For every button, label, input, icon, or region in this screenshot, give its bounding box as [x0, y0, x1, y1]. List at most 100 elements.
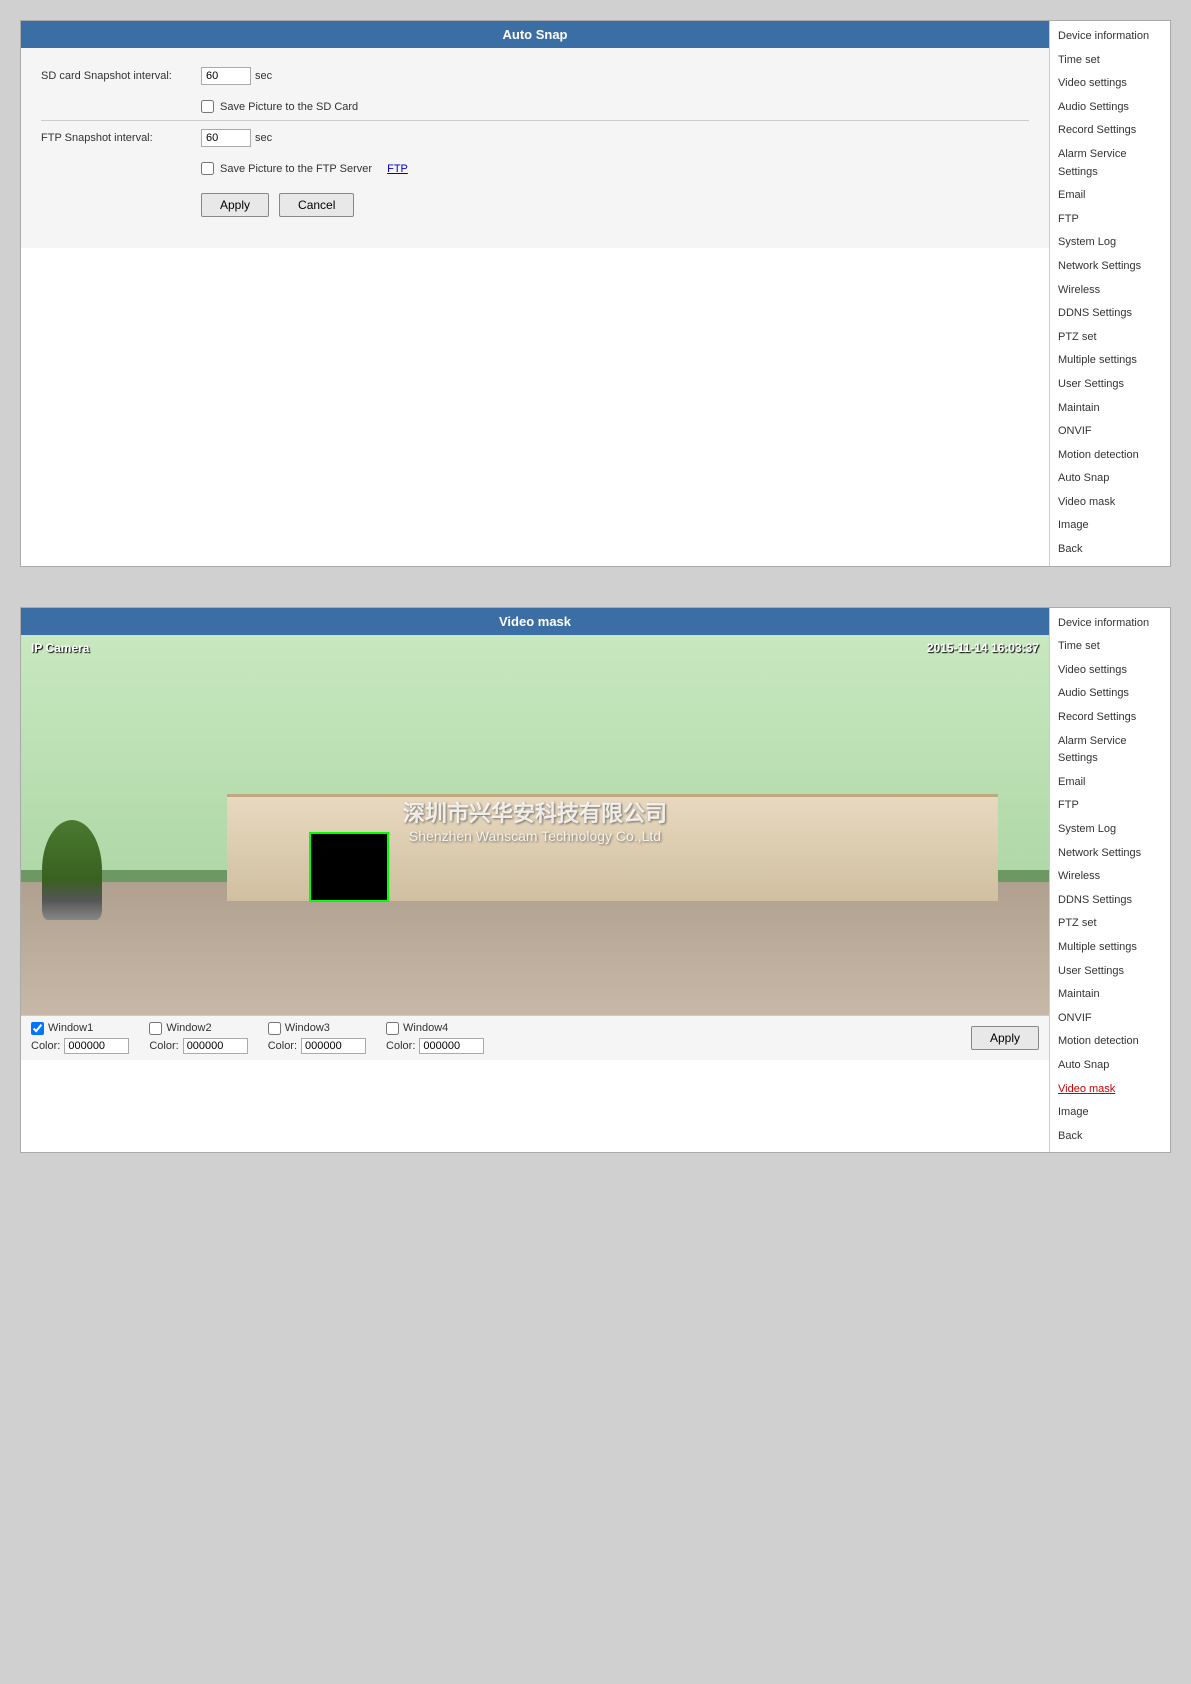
sidebar2-item-17[interactable]: Motion detection [1050, 1030, 1170, 1054]
sdcard-input-group: sec [201, 67, 272, 85]
sidebar2-item-2[interactable]: Video settings [1050, 659, 1170, 683]
sidebar1-item-12[interactable]: PTZ set [1050, 326, 1170, 350]
sidebar1-item-7[interactable]: FTP [1050, 208, 1170, 232]
sidebar1-item-5[interactable]: Alarm Service Settings [1050, 143, 1170, 184]
auto-snap-apply-button[interactable]: Apply [201, 193, 269, 217]
ftp-checkbox-label: Save Picture to the FTP Server [220, 163, 372, 175]
window-item-2: Window3 Color: [268, 1022, 366, 1054]
scene-plant [42, 820, 102, 920]
window-checkbox-2[interactable] [268, 1022, 281, 1035]
auto-snap-form: SD card Snapshot interval: sec Save Pict… [21, 48, 1049, 248]
sidebar1-item-11[interactable]: DDNS Settings [1050, 302, 1170, 326]
video-mask-main: Video mask IP Camera 2015-11-14 16:03:37… [21, 608, 1050, 1153]
sidebar1-item-3[interactable]: Audio Settings [1050, 96, 1170, 120]
window-item-0: Window1 Color: [31, 1022, 129, 1054]
color-label-0: Color: [31, 1040, 60, 1052]
cam-watermark: 深圳市兴华安科技有限公司 Shenzhen Wanscam Technology… [403, 796, 667, 844]
camera-view[interactable]: IP Camera 2015-11-14 16:03:37 深圳市兴华安科技有限… [21, 635, 1049, 1015]
sidebar1-item-4[interactable]: Record Settings [1050, 119, 1170, 143]
color-input-2[interactable] [301, 1038, 366, 1054]
sidebar1-item-19[interactable]: Video mask [1050, 491, 1170, 515]
cam-label: IP Camera [31, 641, 89, 655]
ftp-label: FTP Snapshot interval: [41, 132, 201, 144]
window-item-3: Window4 Color: [386, 1022, 484, 1054]
color-input-1[interactable] [183, 1038, 248, 1054]
sidebar2-item-4[interactable]: Record Settings [1050, 706, 1170, 730]
window-item-1: Window2 Color: [149, 1022, 247, 1054]
sidebar2-item-19[interactable]: Video mask [1050, 1078, 1170, 1102]
sidebar2-item-11[interactable]: DDNS Settings [1050, 889, 1170, 913]
sdcard-save-checkbox[interactable] [201, 100, 214, 113]
sidebar1-item-0[interactable]: Device information [1050, 25, 1170, 49]
window-label-2: Window3 [285, 1022, 330, 1034]
ftp-interval-input[interactable] [201, 129, 251, 147]
video-mask-panel: Video mask IP Camera 2015-11-14 16:03:37… [20, 607, 1171, 1154]
sidebar1-item-2[interactable]: Video settings [1050, 72, 1170, 96]
window-checkbox-0[interactable] [31, 1022, 44, 1035]
window-controls-bar: Window1Color:Window2Color:Window3Color:W… [21, 1015, 1049, 1060]
window-checkbox-3[interactable] [386, 1022, 399, 1035]
auto-snap-cancel-button[interactable]: Cancel [279, 193, 354, 217]
ftp-unit: sec [255, 132, 272, 144]
sidebar2-item-1[interactable]: Time set [1050, 635, 1170, 659]
ftp-input-group: sec [201, 129, 272, 147]
sidebar2-item-14[interactable]: User Settings [1050, 960, 1170, 984]
sidebar1-item-17[interactable]: Motion detection [1050, 444, 1170, 468]
sidebar2-item-15[interactable]: Maintain [1050, 983, 1170, 1007]
color-label-1: Color: [149, 1040, 178, 1052]
sidebar2-item-0[interactable]: Device information [1050, 612, 1170, 636]
color-input-3[interactable] [419, 1038, 484, 1054]
auto-snap-sidebar: Device informationTime setVideo settings… [1050, 21, 1170, 566]
window-label-1: Window2 [166, 1022, 211, 1034]
sidebar2-item-12[interactable]: PTZ set [1050, 912, 1170, 936]
scene-floor [21, 882, 1049, 1015]
sidebar2-item-18[interactable]: Auto Snap [1050, 1054, 1170, 1078]
ftp-checkbox-row: Save Picture to the FTP Server FTP [41, 159, 1029, 178]
sidebar2-item-20[interactable]: Image [1050, 1101, 1170, 1125]
sidebar1-item-13[interactable]: Multiple settings [1050, 349, 1170, 373]
color-label-2: Color: [268, 1040, 297, 1052]
camera-scene: IP Camera 2015-11-14 16:03:37 深圳市兴华安科技有限… [21, 635, 1049, 1015]
sidebar1-item-20[interactable]: Image [1050, 514, 1170, 538]
cam-watermark-en: Shenzhen Wanscam Technology Co.,Ltd [403, 828, 667, 844]
color-label-3: Color: [386, 1040, 415, 1052]
ftp-link[interactable]: FTP [387, 163, 408, 175]
sidebar2-item-13[interactable]: Multiple settings [1050, 936, 1170, 960]
sidebar2-item-21[interactable]: Back [1050, 1125, 1170, 1149]
cam-timestamp: 2015-11-14 16:03:37 [927, 641, 1039, 655]
sidebar2-item-5[interactable]: Alarm Service Settings [1050, 730, 1170, 771]
sidebar1-item-15[interactable]: Maintain [1050, 397, 1170, 421]
window-label-3: Window4 [403, 1022, 448, 1034]
sidebar1-item-10[interactable]: Wireless [1050, 279, 1170, 303]
sdcard-checkbox-label: Save Picture to the SD Card [220, 101, 358, 113]
sidebar2-item-9[interactable]: Network Settings [1050, 842, 1170, 866]
sidebar2-item-16[interactable]: ONVIF [1050, 1007, 1170, 1031]
auto-snap-panel: Auto Snap SD card Snapshot interval: sec… [20, 20, 1171, 567]
auto-snap-btn-row: Apply Cancel [41, 178, 1029, 227]
sdcard-label: SD card Snapshot interval: [41, 70, 201, 82]
sidebar2-item-6[interactable]: Email [1050, 771, 1170, 795]
color-input-0[interactable] [64, 1038, 129, 1054]
mask-rectangle[interactable] [309, 832, 389, 902]
cam-header: IP Camera 2015-11-14 16:03:37 [21, 641, 1049, 655]
sidebar1-item-6[interactable]: Email [1050, 184, 1170, 208]
ftp-save-checkbox[interactable] [201, 162, 214, 175]
sidebar2-item-10[interactable]: Wireless [1050, 865, 1170, 889]
sidebar2-item-3[interactable]: Audio Settings [1050, 682, 1170, 706]
sidebar1-item-1[interactable]: Time set [1050, 49, 1170, 73]
sidebar1-item-9[interactable]: Network Settings [1050, 255, 1170, 279]
sdcard-row: SD card Snapshot interval: sec [41, 63, 1029, 89]
window-checkbox-1[interactable] [149, 1022, 162, 1035]
sidebar1-item-16[interactable]: ONVIF [1050, 420, 1170, 444]
sidebar2-item-7[interactable]: FTP [1050, 794, 1170, 818]
auto-snap-header: Auto Snap [21, 21, 1049, 48]
sidebar1-item-8[interactable]: System Log [1050, 231, 1170, 255]
sdcard-interval-input[interactable] [201, 67, 251, 85]
window-label-0: Window1 [48, 1022, 93, 1034]
sdcard-unit: sec [255, 70, 272, 82]
video-mask-apply-button[interactable]: Apply [971, 1026, 1039, 1050]
sidebar1-item-18[interactable]: Auto Snap [1050, 467, 1170, 491]
sidebar1-item-14[interactable]: User Settings [1050, 373, 1170, 397]
sidebar1-item-21[interactable]: Back [1050, 538, 1170, 562]
sidebar2-item-8[interactable]: System Log [1050, 818, 1170, 842]
